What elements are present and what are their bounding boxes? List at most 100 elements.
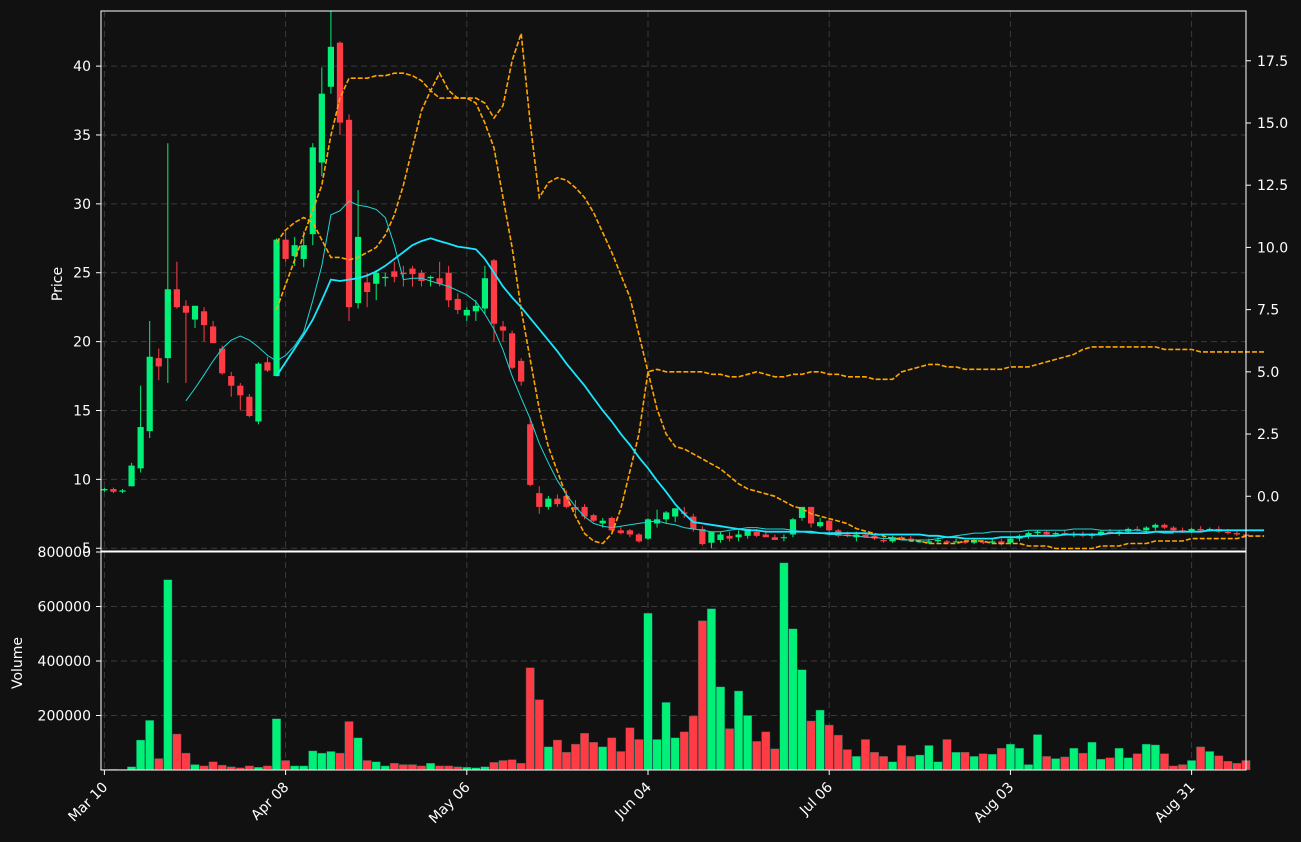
volume-bar [679,731,689,771]
volume-bar [553,739,562,771]
volume-bar [806,720,816,771]
volume-bar [136,739,146,771]
volume-bar [380,765,390,771]
volume-bar [915,754,925,771]
volume-bar [1042,756,1052,771]
volume-bar [1123,757,1133,771]
volume-bar [389,762,399,771]
volume-bar [1178,764,1187,771]
candle-body [599,520,606,524]
volume-bar [1087,742,1097,771]
candle-body [509,333,516,368]
candle-body [336,42,344,123]
candle-body [1143,527,1150,531]
candle-body [880,539,887,542]
volume-bar [299,765,309,771]
volume-bar [281,760,290,771]
candle-body [807,506,815,524]
volume-bar [335,752,345,771]
candle-body [1224,531,1231,534]
secondary-tick-label: 10.0 [1257,240,1288,256]
volume-bar [779,562,789,771]
candle-body [1161,524,1168,528]
volume-bar [317,752,327,771]
volume-tick-label: 200000 [38,709,91,725]
candle-body [282,239,289,259]
volume-bar [1069,748,1079,771]
volume-bar [870,752,879,771]
secondary-tick-label: 0.0 [1257,489,1279,505]
volume-bar [978,753,988,771]
volume-bar [562,752,571,771]
volume-bar [670,737,680,771]
volume-bar [716,686,725,771]
candle-body [481,278,489,309]
volume-bar [625,727,635,771]
candle-body [663,512,670,520]
volume-bar [643,613,653,771]
candle-body [427,276,434,279]
candle-body [391,271,398,277]
volume-bar [1187,760,1197,771]
volume-bar [815,709,825,771]
volume-bar [788,628,798,771]
candle-body [989,541,996,543]
secondary-tick-label: 5.0 [1257,365,1279,381]
volume-bar [1132,753,1142,771]
candle-body [617,530,624,534]
volume-bar [353,737,363,771]
candle-body [255,363,262,422]
volume-bar [851,756,861,771]
volume-bar [897,745,907,771]
volume-bar [1232,762,1242,771]
volume-bar [652,739,662,771]
volume-bar [154,758,164,771]
volume-bar [906,756,916,771]
candle-body [454,298,461,310]
volume-tick-label: 400000 [38,654,91,670]
candle-body [418,272,425,281]
volume-bar [190,764,200,771]
candle-body [780,537,787,539]
candle-body [554,498,561,505]
candle-body [1007,538,1014,543]
volume-bar [344,721,354,771]
volume-bar [272,718,281,771]
candle-body [1233,533,1240,535]
volume-bar [145,720,155,771]
candle-body [110,489,117,492]
price-tick-label: 40 [73,59,91,75]
volume-bar [435,765,445,771]
volume-bar [580,733,589,771]
volume-bar [951,752,961,771]
volume-bar [326,751,336,771]
candle-body [155,358,162,367]
price-tick-label: 30 [73,197,91,213]
candle-body [735,534,742,538]
candle-body [146,356,153,432]
candle-body [409,268,416,275]
candle-body [264,362,271,371]
candle-body [635,534,643,542]
volume-bar [1060,756,1070,771]
volume-bar [163,579,173,771]
price-axis-label: Price [50,267,66,301]
volume-bar [1024,764,1033,771]
volume-bar [172,733,182,771]
candle-body [164,289,171,359]
candle-body [373,272,380,284]
volume-bar [444,765,454,771]
volume-bar [244,765,254,771]
secondary-tick-label: 17.5 [1257,54,1288,70]
volume-bar [707,608,716,771]
volume-bar [1196,746,1206,771]
candle-body [608,517,615,531]
volume-bar [362,760,372,771]
volume-bar [942,739,952,771]
candle-body [1043,531,1050,535]
volume-bar [879,756,888,771]
candle-body [518,360,525,382]
secondary-tick-label: 12.5 [1257,178,1288,194]
volume-bar [1033,734,1042,771]
candle-body [182,305,190,313]
